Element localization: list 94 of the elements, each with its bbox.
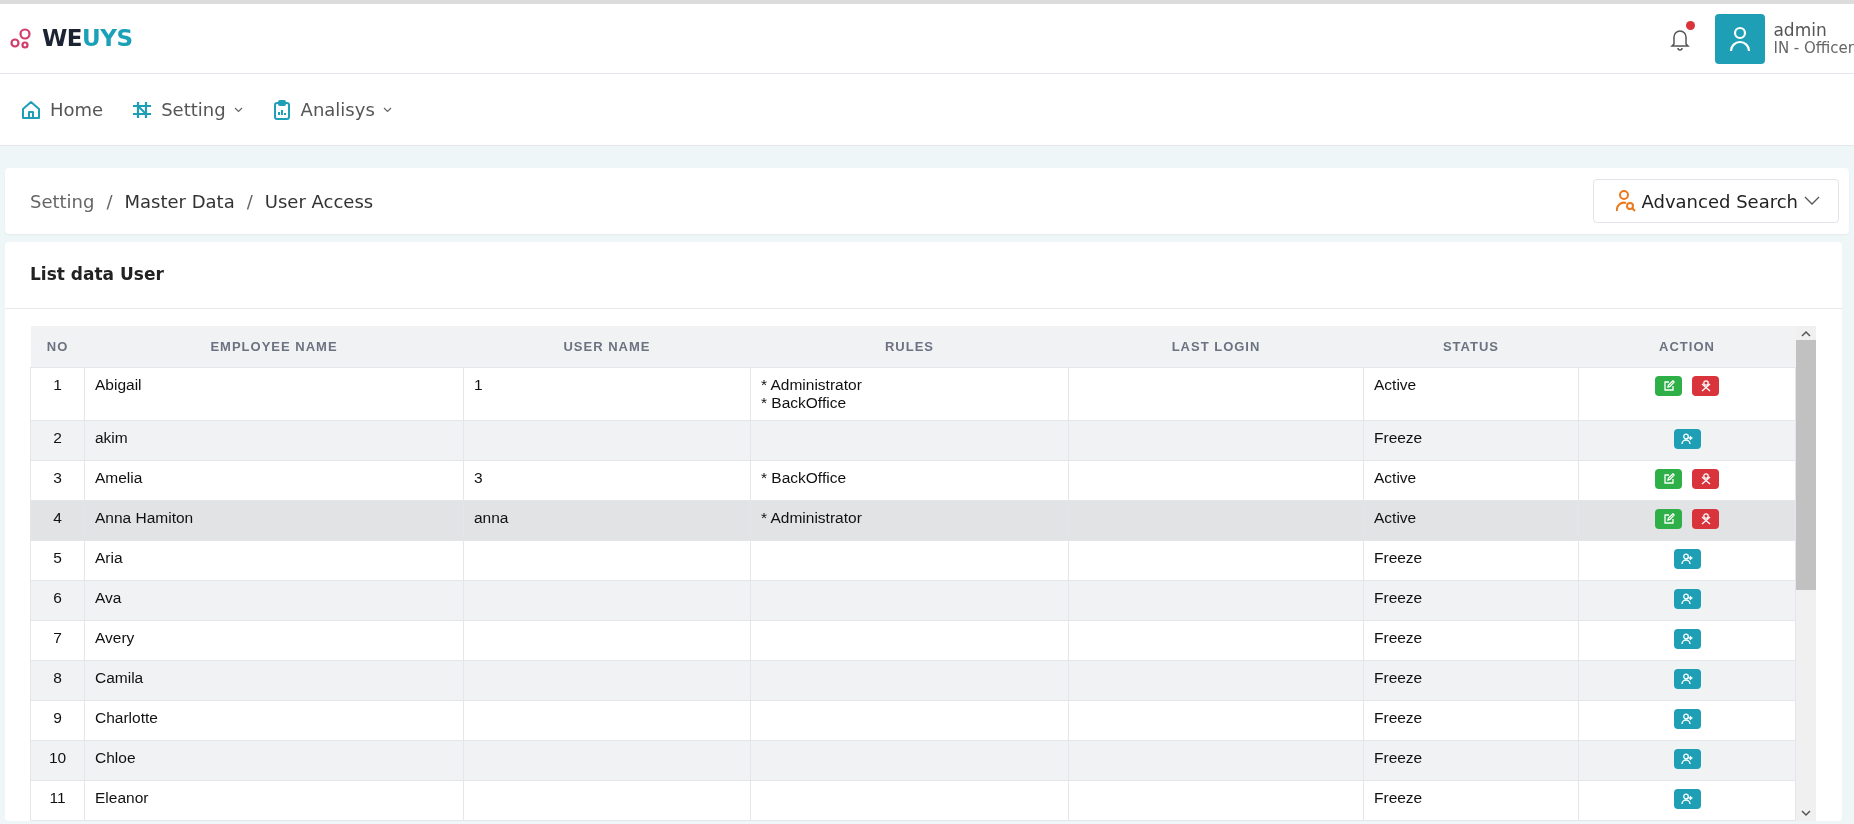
deactivate-user-button[interactable] (1692, 376, 1719, 396)
add-user-button[interactable] (1673, 748, 1701, 769)
breadcrumb-separator: / (246, 189, 253, 214)
table-cell: Freeze (1363, 580, 1579, 621)
table-cell: 4 (30, 500, 85, 541)
table-cell: 7 (30, 620, 85, 661)
column-header: EMPLOYEE NAME (84, 325, 464, 368)
rules-cell: * Administrator (750, 500, 1069, 541)
user-x-icon (1699, 472, 1712, 485)
column-header: USER NAME (463, 325, 751, 368)
table-cell: akim (84, 420, 464, 461)
edit-button[interactable] (1655, 376, 1682, 396)
user-plus-icon (1681, 752, 1693, 765)
table-cell: Chloe (84, 740, 464, 781)
user-plus-icon (1681, 592, 1693, 605)
table-cell: anna (463, 500, 751, 541)
home-icon (20, 98, 42, 121)
add-user-button[interactable] (1673, 668, 1701, 689)
table-cell: Charlotte (84, 700, 464, 741)
table-cell: Freeze (1363, 700, 1579, 741)
add-user-button[interactable] (1673, 628, 1701, 649)
user-plus-icon (1681, 632, 1693, 645)
table-cell: 2 (30, 420, 85, 461)
advanced-search-button[interactable]: Advanced Search (1592, 179, 1839, 223)
table-cell: Freeze (1363, 660, 1579, 701)
breadcrumb-link[interactable]: Setting (30, 187, 95, 215)
breadcrumb-current: User Access (264, 189, 374, 214)
column-header: STATUS (1363, 325, 1579, 368)
table-cell: 9 (30, 700, 85, 741)
deactivate-user-button[interactable] (1692, 468, 1719, 489)
add-user-button[interactable] (1673, 588, 1701, 609)
column-header: RULES (750, 325, 1069, 368)
avatar[interactable] (1715, 13, 1766, 64)
table-cell: Active (1363, 460, 1579, 501)
user-plus-icon (1681, 672, 1693, 685)
table-cell: Camila (84, 660, 464, 701)
table-cell: Freeze (1363, 740, 1579, 781)
pencil-square-icon (1662, 512, 1675, 525)
nav-link[interactable]: Setting (131, 96, 243, 123)
user-name: admin (1773, 20, 1828, 40)
table-cell: Abigail (84, 367, 464, 421)
table-cell: Freeze (1363, 540, 1579, 581)
table-cell: 11 (30, 780, 85, 821)
table-cell: Freeze (1363, 420, 1579, 461)
edit-button[interactable] (1655, 468, 1682, 489)
chevron-down-icon (1804, 196, 1820, 206)
brand-logo[interactable]: WEUYS (42, 21, 133, 56)
table-cell: Avery (84, 620, 464, 661)
pencil-square-icon (1662, 380, 1675, 392)
user-icon (1729, 25, 1752, 52)
column-header: LAST LOGIN (1068, 325, 1364, 368)
table-cell: 10 (30, 740, 85, 781)
table-cell: Freeze (1363, 780, 1579, 821)
user-role: IN - Officer (1773, 39, 1854, 57)
column-header: NO (30, 325, 85, 368)
user-x-icon (1699, 380, 1712, 392)
pencil-square-icon (1662, 472, 1675, 485)
deactivate-user-button[interactable] (1692, 508, 1719, 529)
card-title: List data User (30, 264, 164, 284)
table-cell: Amelia (84, 460, 464, 501)
table-cell: 6 (30, 580, 85, 621)
table-cell: Ava (84, 580, 464, 621)
add-user-button[interactable] (1673, 548, 1701, 569)
column-header: ACTION (1578, 325, 1796, 368)
table-cell: Anna Hamiton (84, 500, 464, 541)
table-cell: Aria (84, 540, 464, 581)
rules-cell: * Administrator * BackOffice (750, 367, 1069, 421)
add-user-button[interactable] (1673, 428, 1701, 449)
table-cell: 1 (30, 367, 85, 421)
breadcrumb-link[interactable]: Master Data (124, 187, 235, 215)
user-x-icon (1699, 512, 1712, 525)
rules-cell: * BackOffice (750, 460, 1069, 501)
user-search-icon (1615, 190, 1636, 212)
table-cell: 3 (30, 460, 85, 501)
add-user-button[interactable] (1673, 708, 1701, 729)
nav-link[interactable]: Home (20, 96, 104, 123)
table-cell: 3 (463, 460, 751, 501)
user-plus-icon (1681, 792, 1693, 805)
scrollbar[interactable] (1796, 325, 1816, 821)
table-cell: Freeze (1363, 620, 1579, 661)
table-cell: 5 (30, 540, 85, 581)
table-cell: Active (1363, 367, 1579, 421)
user-plus-icon (1681, 552, 1693, 565)
user-plus-icon (1681, 432, 1693, 445)
table-cell: 1 (463, 367, 751, 421)
add-user-button[interactable] (1673, 788, 1701, 809)
table-cell: Active (1363, 500, 1579, 541)
table-cell: Eleanor (84, 780, 464, 821)
table-cell: 8 (30, 660, 85, 701)
nav-link[interactable]: Analisys (270, 96, 392, 123)
user-plus-icon (1681, 712, 1693, 725)
breadcrumb-separator: / (106, 189, 113, 214)
scrollbar-thumb[interactable] (1796, 339, 1816, 590)
edit-button[interactable] (1655, 508, 1682, 529)
